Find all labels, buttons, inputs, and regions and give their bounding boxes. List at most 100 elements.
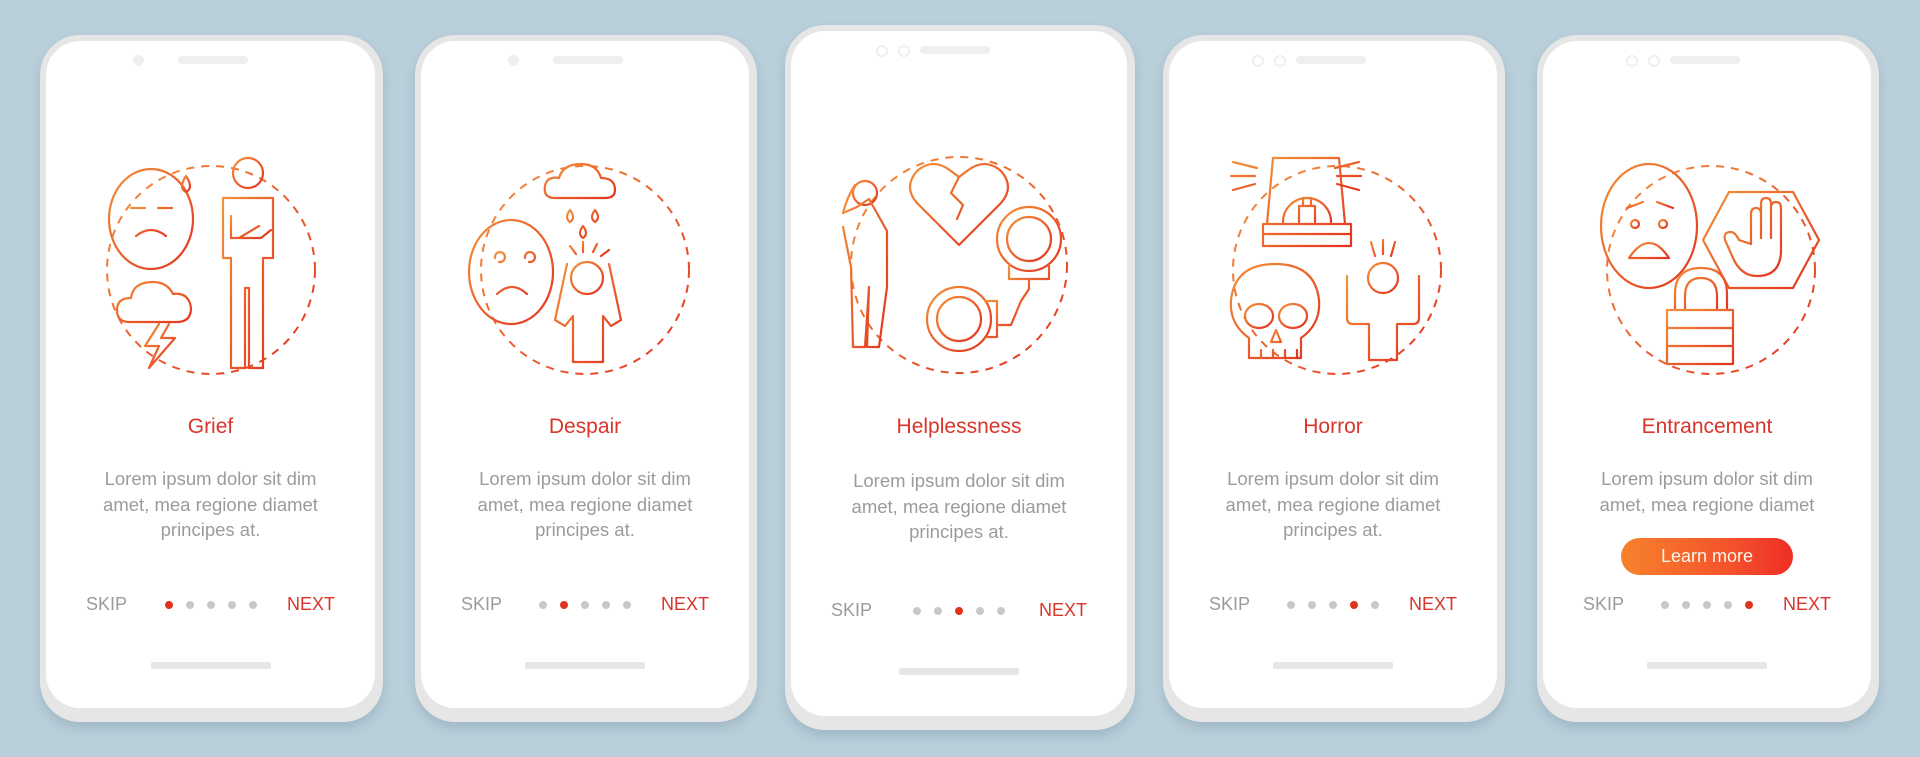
next-button[interactable]: NEXT bbox=[1039, 600, 1087, 621]
page-dot-4[interactable] bbox=[976, 607, 984, 615]
dizzy-sad-face-icon bbox=[467, 218, 555, 326]
home-indicator[interactable] bbox=[150, 662, 271, 669]
handcuffs-icon bbox=[925, 205, 1063, 353]
screen-title: Despair bbox=[548, 415, 622, 438]
phone-top-bar bbox=[1169, 53, 1497, 67]
page-dot-5-active[interactable] bbox=[1745, 601, 1753, 609]
camera-ring-1 bbox=[876, 45, 888, 57]
page-dot-5[interactable] bbox=[1371, 601, 1379, 609]
padlock-icon bbox=[1665, 266, 1735, 366]
onboarding-nav: SKIP NEXT bbox=[1169, 594, 1497, 618]
screen-description: Lorem ipsum dolor sit dim amet, mea regi… bbox=[103, 468, 318, 540]
phone-screen: Despair Lorem ipsum dolor sit dim amet, … bbox=[421, 41, 749, 708]
page-dot-3[interactable] bbox=[1329, 601, 1337, 609]
page-dot-1[interactable] bbox=[1661, 601, 1669, 609]
page-dot-2[interactable] bbox=[1682, 601, 1690, 609]
page-dot-3-active[interactable] bbox=[955, 607, 963, 615]
grief-illustration bbox=[105, 156, 316, 375]
person-arms-crossed-icon bbox=[221, 156, 274, 370]
despair-illustration bbox=[467, 162, 690, 375]
screen-description: Lorem ipsum dolor sit dim amet, mea regi… bbox=[477, 468, 693, 540]
skip-button[interactable]: SKIP bbox=[461, 594, 502, 615]
camera-dot bbox=[508, 55, 519, 66]
skip-button[interactable]: SKIP bbox=[1209, 594, 1250, 615]
camera-ring-2 bbox=[1274, 55, 1286, 67]
page-indicator bbox=[164, 601, 257, 609]
screen-title: Horror bbox=[1303, 415, 1363, 438]
onboarding-screen-despair: Despair Lorem ipsum dolor sit dim amet, … bbox=[415, 35, 757, 722]
worried-face-icon bbox=[1599, 162, 1699, 290]
page-dot-1[interactable] bbox=[1287, 601, 1295, 609]
skip-button[interactable]: SKIP bbox=[1583, 594, 1624, 615]
home-indicator[interactable] bbox=[899, 668, 1019, 675]
camera-ring-2 bbox=[1648, 55, 1660, 67]
entrancement-illustration bbox=[1599, 162, 1821, 375]
page-dot-4[interactable] bbox=[602, 601, 610, 609]
distressed-person-icon bbox=[841, 179, 889, 349]
onboarding-nav: SKIP NEXT bbox=[791, 600, 1127, 624]
home-indicator[interactable] bbox=[1647, 662, 1767, 669]
skip-button[interactable]: SKIP bbox=[831, 600, 872, 621]
stressed-person-holding-head-icon bbox=[553, 240, 623, 364]
page-dot-2[interactable] bbox=[934, 607, 942, 615]
camera-dot bbox=[133, 55, 144, 66]
screen-description: Lorem ipsum dolor sit dim amet, mea regi… bbox=[851, 470, 1067, 542]
phone-top-bar bbox=[421, 53, 749, 67]
page-dot-5[interactable] bbox=[623, 601, 631, 609]
learn-more-button[interactable]: Learn more bbox=[1621, 538, 1793, 575]
phone-top-bar bbox=[1543, 53, 1871, 67]
helplessness-illustration bbox=[841, 156, 1068, 374]
page-dot-5[interactable] bbox=[997, 607, 1005, 615]
next-button[interactable]: NEXT bbox=[1783, 594, 1831, 615]
onboarding-nav: SKIP NEXT bbox=[421, 594, 749, 618]
skull-icon bbox=[1229, 262, 1321, 360]
broken-heart-icon bbox=[908, 162, 1010, 247]
next-button[interactable]: NEXT bbox=[287, 594, 335, 615]
phone-top-bar bbox=[46, 53, 375, 67]
page-indicator bbox=[1287, 601, 1379, 609]
screen-description: Lorem ipsum dolor sit dim amet, mea regi… bbox=[1599, 468, 1815, 515]
page-dot-3[interactable] bbox=[206, 601, 215, 609]
camera-ring-1 bbox=[1252, 55, 1264, 67]
page-dot-4[interactable] bbox=[1724, 601, 1732, 609]
page-dot-1-active[interactable] bbox=[164, 601, 173, 609]
page-indicator bbox=[1661, 601, 1753, 609]
next-button[interactable]: NEXT bbox=[661, 594, 709, 615]
onboarding-nav: SKIP NEXT bbox=[1543, 594, 1871, 618]
home-indicator[interactable] bbox=[1273, 662, 1393, 669]
page-dot-4-active[interactable] bbox=[1350, 601, 1358, 609]
phone-screen: Grief Lorem ipsum dolor sit dim amet, me… bbox=[46, 41, 375, 708]
skip-button[interactable]: SKIP bbox=[86, 594, 127, 615]
speaker-grille bbox=[1670, 56, 1740, 64]
screen-title: Helplessness bbox=[896, 415, 1022, 438]
speaker-grille bbox=[1296, 56, 1366, 64]
home-indicator[interactable] bbox=[525, 662, 645, 669]
onboarding-screen-entrancement: Entrancement Lorem ipsum dolor sit dim a… bbox=[1537, 35, 1879, 722]
phone-screen: Helplessness Lorem ipsum dolor sit dim a… bbox=[791, 31, 1127, 716]
page-indicator bbox=[539, 601, 631, 609]
page-dot-2-active[interactable] bbox=[560, 601, 568, 609]
page-dot-4[interactable] bbox=[227, 601, 236, 609]
next-button[interactable]: NEXT bbox=[1409, 594, 1457, 615]
speaker-grille bbox=[553, 56, 623, 64]
onboarding-nav: SKIP NEXT bbox=[46, 594, 375, 618]
page-dot-1[interactable] bbox=[913, 607, 921, 615]
page-dot-2[interactable] bbox=[1308, 601, 1316, 609]
camera-ring-2 bbox=[898, 45, 910, 57]
page-dot-3[interactable] bbox=[581, 601, 589, 609]
horror-illustration bbox=[1229, 156, 1442, 375]
speaker-grille bbox=[178, 56, 248, 64]
screen-title: Entrancement bbox=[1641, 415, 1773, 438]
camera-ring-1 bbox=[1626, 55, 1638, 67]
scared-person-exclamation-icon bbox=[1345, 238, 1421, 362]
onboarding-screen-horror: Horror Lorem ipsum dolor sit dim amet, m… bbox=[1163, 35, 1505, 722]
page-dot-5[interactable] bbox=[248, 601, 257, 609]
screen-title: Grief bbox=[187, 415, 234, 438]
speaker-grille bbox=[920, 46, 990, 54]
page-dot-2[interactable] bbox=[185, 601, 194, 609]
page-dot-3[interactable] bbox=[1703, 601, 1711, 609]
phone-screen: Horror Lorem ipsum dolor sit dim amet, m… bbox=[1169, 41, 1497, 708]
page-dot-1[interactable] bbox=[539, 601, 547, 609]
phone-top-bar bbox=[791, 43, 1127, 57]
storm-cloud-lightning-icon bbox=[115, 280, 192, 370]
